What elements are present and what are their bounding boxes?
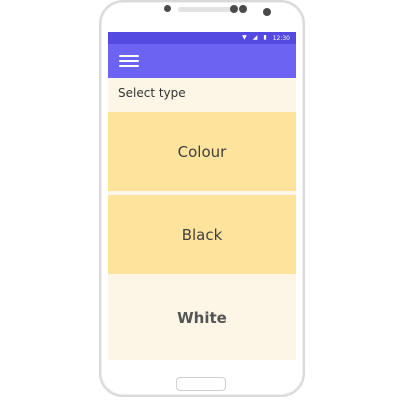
app-screen: ▼ ◢ ▮ 12:30 Select type Colour Black Whi… bbox=[108, 32, 296, 360]
option-colour-label: Colour bbox=[177, 142, 227, 161]
status-time: 12:30 bbox=[272, 34, 290, 42]
option-black[interactable]: Black bbox=[108, 195, 296, 274]
wifi-icon: ▼ bbox=[242, 34, 247, 41]
option-white[interactable]: White bbox=[108, 276, 296, 360]
phone-speaker bbox=[178, 7, 232, 12]
app-bar bbox=[108, 44, 296, 78]
option-black-label: Black bbox=[181, 225, 223, 244]
select-type-label: Select type bbox=[108, 78, 296, 112]
signal-icon: ◢ bbox=[252, 34, 258, 41]
proximity-sensor bbox=[230, 5, 238, 13]
front-camera bbox=[164, 5, 171, 12]
battery-icon: ▮ bbox=[263, 34, 267, 41]
option-white-label: White bbox=[177, 309, 227, 327]
home-button[interactable] bbox=[176, 377, 226, 391]
light-sensor bbox=[239, 5, 247, 13]
front-camera-lens bbox=[263, 8, 271, 16]
status-bar: ▼ ◢ ▮ 12:30 bbox=[108, 32, 296, 44]
option-colour[interactable]: Colour bbox=[108, 112, 296, 191]
hamburger-menu-icon[interactable] bbox=[119, 54, 139, 68]
